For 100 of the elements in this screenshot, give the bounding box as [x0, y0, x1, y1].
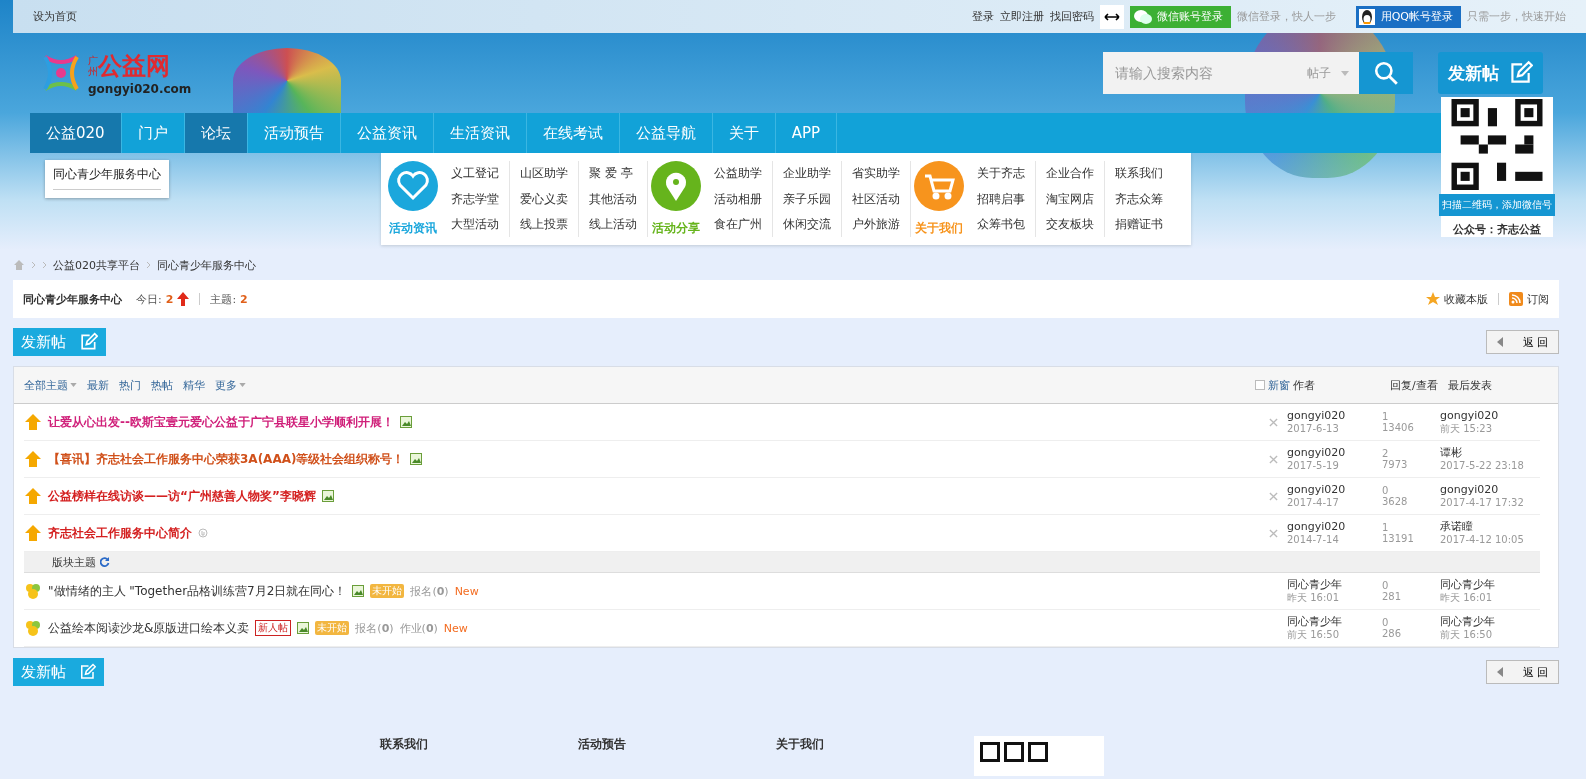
account-link[interactable]: 登录: [971, 9, 994, 24]
author-name[interactable]: gongyi020: [1287, 483, 1382, 497]
last-poster[interactable]: 承诺瞳: [1440, 520, 1540, 534]
menu-link[interactable]: 爱心义卖: [520, 190, 568, 208]
menu-link[interactable]: 食在广州: [714, 216, 762, 233]
last-poster[interactable]: gongyi020: [1440, 483, 1540, 497]
back-button[interactable]: 返 回: [1485, 330, 1559, 354]
menu-link[interactable]: 线上投票: [520, 216, 568, 233]
close-icon[interactable]: [1269, 491, 1278, 501]
pinned-arrow-icon: [24, 487, 42, 505]
filter-tab[interactable]: 全部主题: [24, 377, 77, 393]
filter-tab[interactable]: 最新: [87, 377, 109, 393]
menu-link[interactable]: 淘宝网店: [1046, 190, 1094, 208]
today-count: 2: [165, 292, 174, 306]
menu-link[interactable]: 捐赠证书: [1115, 216, 1163, 233]
view-count: 13191: [1382, 533, 1415, 545]
subscribe-link[interactable]: 订阅: [1527, 291, 1549, 307]
status-tag: 未开始: [315, 621, 350, 635]
close-icon[interactable]: [1269, 417, 1278, 427]
refresh-icon[interactable]: [100, 557, 110, 567]
thread-title-link[interactable]: 齐志社会工作服务中心简介: [48, 524, 192, 542]
menu-link[interactable]: 户外旅游: [852, 216, 900, 233]
filter-tab[interactable]: 更多: [215, 377, 246, 393]
menu-link[interactable]: 大型活动: [451, 216, 499, 233]
qr-code-icon: [974, 736, 1104, 776]
edit-icon: [78, 663, 96, 681]
menu-link[interactable]: 聚 爱 亭: [589, 165, 637, 182]
menu-link[interactable]: 公益助学: [714, 165, 762, 182]
menu-link[interactable]: 社区活动: [852, 190, 900, 208]
menu-link[interactable]: 联系我们: [1115, 165, 1163, 182]
menu-link[interactable]: 线上活动: [589, 216, 637, 233]
filter-tab[interactable]: 精华: [183, 377, 205, 393]
view-count: 3628: [1382, 496, 1409, 508]
post-date: 2017-5-19: [1287, 459, 1340, 472]
footer-heading: 关于我们: [776, 736, 824, 753]
checkbox[interactable]: [1255, 380, 1265, 390]
qr-caption: 扫描二维码，添加微信号: [1439, 194, 1555, 216]
home-icon[interactable]: [13, 259, 25, 271]
new-window-label[interactable]: 新窗: [1268, 377, 1290, 393]
menu-link[interactable]: 企业助学: [783, 165, 831, 182]
menu-link[interactable]: 交友板块: [1046, 216, 1094, 233]
account-link[interactable]: 找回密码: [1049, 9, 1094, 24]
nav-tab[interactable]: 公益020: [30, 113, 122, 153]
qq-login-button[interactable]: 用QQ帐号登录: [1355, 5, 1461, 28]
last-post-time: 2017-5-22 23:18: [1440, 459, 1525, 472]
group-icon: [24, 582, 42, 600]
column-header: 回复/查看: [1390, 377, 1439, 393]
dropdown-item[interactable]: 同心青少年服务中心: [53, 166, 161, 190]
menu-link[interactable]: 山区助学: [520, 165, 568, 182]
penguin-icon: [1358, 8, 1375, 25]
menu-link[interactable]: 活动相册: [714, 190, 762, 208]
menu-link[interactable]: 齐志众筹: [1115, 190, 1163, 208]
menu-link[interactable]: 亲子乐园: [783, 190, 831, 208]
account-link[interactable]: 立即注册: [999, 9, 1044, 24]
nav-tab[interactable]: 论坛: [184, 113, 248, 153]
menu-link[interactable]: 招聘启事: [977, 190, 1025, 208]
set-homepage-link[interactable]: 设为首页: [33, 9, 77, 24]
breadcrumb-link[interactable]: 公益020共享平台: [53, 257, 140, 273]
thread-title-link[interactable]: 公益榜样在线访谈——访“广州慈善人物奖”李晓辉: [48, 487, 316, 505]
last-poster[interactable]: 谭彬: [1440, 446, 1540, 460]
close-icon[interactable]: [1269, 454, 1278, 464]
menu-link[interactable]: 企业合作: [1046, 165, 1094, 182]
filter-tab[interactable]: 热帖: [151, 377, 173, 393]
reply-count: 1: [1382, 410, 1390, 422]
menu-link[interactable]: 休闲交流: [783, 216, 831, 233]
last-poster[interactable]: 同心青少年: [1440, 578, 1540, 592]
account-name: 公众号：齐志公益: [1453, 222, 1541, 237]
author-name[interactable]: gongyi020: [1287, 446, 1382, 460]
swap-icon[interactable]: [1099, 4, 1124, 29]
thread-title-link[interactable]: 【喜讯】齐志社会工作服务中心荣获3A(AAA)等级社会组织称号！: [48, 450, 405, 468]
author-name[interactable]: gongyi020: [1287, 409, 1382, 423]
topics-label: 主题:: [210, 291, 237, 307]
menu-link[interactable]: 众筹书包: [977, 216, 1025, 233]
last-poster[interactable]: 同心青少年: [1440, 615, 1540, 629]
author-name[interactable]: 同心青少年: [1287, 578, 1382, 592]
breadcrumb-link[interactable]: 同心青少年服务中心: [157, 257, 256, 273]
caret-left-icon: [1496, 667, 1503, 677]
menu-link[interactable]: 省实助学: [852, 165, 900, 182]
thread-title-link[interactable]: "做情绪的主人 "Together品格训练营7月2日就在同心！: [48, 582, 347, 600]
menu-link[interactable]: 关于齐志: [977, 165, 1025, 182]
menu-link[interactable]: 其他活动: [589, 190, 637, 208]
favorite-link[interactable]: 收藏本版: [1444, 291, 1488, 307]
last-post-time: 前天 15:23: [1440, 422, 1493, 435]
star-icon: [1426, 292, 1440, 306]
thread-title-link[interactable]: 公益绘本阅读沙龙&原版进口绘本义卖: [48, 619, 250, 637]
close-icon[interactable]: [1269, 528, 1278, 538]
search-button[interactable]: [1359, 52, 1413, 94]
back-button[interactable]: 返 回: [1485, 660, 1559, 684]
last-post-time: 前天 16:50: [1440, 628, 1493, 641]
menu-link[interactable]: 义工登记: [451, 165, 499, 182]
menu-link[interactable]: 齐志学堂: [451, 190, 499, 208]
author-name[interactable]: 同心青少年: [1287, 615, 1382, 629]
author-name[interactable]: gongyi020: [1287, 520, 1382, 534]
footer-heading: 活动预告: [578, 736, 626, 753]
filter-tab[interactable]: 热门: [119, 377, 141, 393]
last-poster[interactable]: gongyi020: [1440, 409, 1540, 423]
reply-count: 0: [1382, 484, 1390, 496]
thread-title-link[interactable]: 让爱从心出发--欧斯宝壹元爱心公益于广宁县联星小学顺利开展！: [48, 413, 394, 431]
column-header: 作者: [1293, 377, 1315, 393]
pinned-arrow-icon: [24, 524, 42, 542]
